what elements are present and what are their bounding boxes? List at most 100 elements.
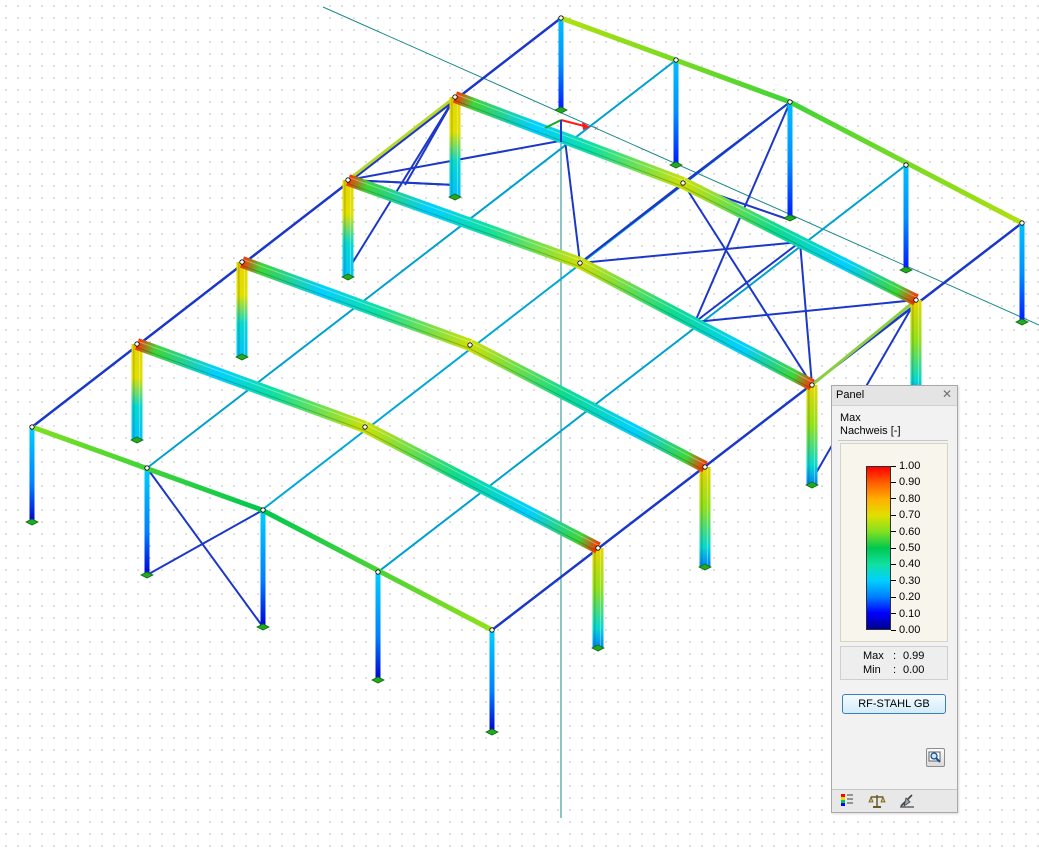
rf-stahl-gb-button[interactable]: RF-STAHL GB [842,694,946,714]
rafter-edge [453,99,682,187]
node [375,569,381,575]
bracing-high [347,95,456,182]
legend-value: 0.40 [899,558,921,571]
bracing [564,139,581,264]
support-icon [256,623,270,631]
bracing [579,241,801,264]
legend-value: 0.10 [899,607,921,620]
rafter-highlight [580,260,814,384]
support-icon [554,106,568,114]
node [673,57,679,63]
legend-tick [891,547,896,549]
node [29,424,35,430]
rafter-edge [363,429,597,552]
y-arrow [544,119,562,129]
purlin [377,164,907,573]
bracing [146,509,264,576]
legend-tick [891,498,896,500]
min-separator: : [893,664,897,676]
rafter-edge [135,346,365,431]
max-value: 0.99 [903,650,925,662]
legend-value: 0.70 [899,509,921,522]
max-label: Max [863,650,884,662]
rafter-edge [681,185,915,304]
rafter-highlight [455,94,685,181]
legend-value: 0.80 [899,492,921,505]
legend-tick [891,613,896,615]
panel-title: Panel [836,389,865,401]
rafter [467,339,708,473]
legend-value: 0.60 [899,525,921,538]
legend-tick [891,531,896,533]
color-scale-bar [866,466,891,630]
legend-value: 0.00 [899,624,921,636]
legend-tick [891,563,896,565]
node [558,15,564,21]
results-panel: Panel ✕ Max Nachweis [-] 1.00 0.90 0.80 0.7… [831,385,958,813]
support-icon [371,676,385,684]
rafter-highlight [470,342,707,466]
x-axis-line [322,6,1039,326]
node [595,545,601,551]
rafter-highlight [365,424,600,547]
legend-tick [891,465,896,467]
color-scale-icon[interactable] [838,792,856,809]
legend-tick [891,580,896,582]
node [913,297,919,303]
rafter [577,257,815,391]
node [1019,220,1025,226]
panel-titlebar[interactable]: Panel ✕ [832,386,957,406]
node [489,627,495,633]
node [362,424,368,430]
rafter-highlight [348,177,582,261]
bracing [682,101,791,184]
node [787,99,793,105]
max-separator: : [893,650,897,662]
legend-value: 0.20 [899,591,921,604]
color-legend[interactable]: 1.00 0.90 0.80 0.70 0.60 0.50 0.40 0.30 0.20 0.10… [840,443,948,642]
legend-value: 0.50 [899,542,921,554]
legend-tick [891,596,896,598]
node [467,342,473,348]
x-axis-marker: × [594,124,599,133]
rafter [134,338,368,433]
rafter-highlight [242,259,472,343]
node [680,180,686,186]
support-icon [1015,318,1029,326]
rafter [680,177,919,306]
rafter [239,256,473,351]
node [809,382,815,388]
node [134,341,140,347]
divider [838,440,948,441]
bracing-high [811,298,917,387]
legend-tick [891,514,896,516]
bracing [694,241,801,323]
node [239,259,245,265]
close-icon[interactable]: ✕ [941,387,953,401]
legend-tick [891,629,896,631]
rafter-edge [468,347,704,471]
rafter-highlight [137,341,367,425]
support-icon [669,161,683,169]
balance-scale-icon[interactable] [868,792,886,809]
panel-tabs [832,789,957,812]
legend-value: 1.00 [899,460,921,472]
node [345,177,351,183]
node [702,464,708,470]
legend-value: 0.30 [899,574,921,587]
rafter [362,421,601,554]
section-tool-icon[interactable] [898,792,916,809]
rafter-edge [240,264,470,349]
bracing [799,241,813,386]
result-type: Max [840,412,861,424]
min-value: 0.00 [903,664,925,676]
extreme-values: Max : 0.99 Min : 0.00 [840,646,948,680]
node [903,162,909,168]
result-name: Nachweis [-] [840,425,901,437]
node [144,465,150,471]
rafter [345,174,583,269]
node [260,507,266,513]
node [452,94,458,100]
rafter-edge [346,182,580,267]
magnifier-icon[interactable] [926,748,945,767]
